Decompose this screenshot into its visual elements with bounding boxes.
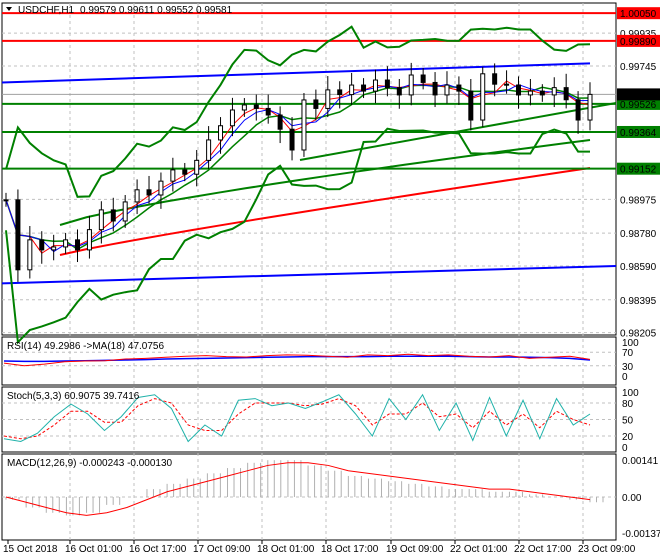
price-tick-label: 0.98590 <box>620 262 657 273</box>
x-tick-label: 18 Oct 17:00 <box>321 544 379 555</box>
price-level-label: 0.99152 <box>620 165 657 176</box>
price-level-label: 1.00050 <box>620 9 657 20</box>
candle-body <box>539 90 545 96</box>
x-tick-label: 19 Oct 09:00 <box>386 544 444 555</box>
candle-body <box>420 74 426 83</box>
ma-fast-red <box>5 80 591 254</box>
price-tick-label: 0.98780 <box>620 229 657 240</box>
candle-body <box>51 246 57 251</box>
x-tick-label: 22 Oct 01:00 <box>450 544 508 555</box>
candle-body <box>3 199 9 202</box>
stoch-tick-label: 80 <box>622 399 634 410</box>
x-tick-label: 18 Oct 01:00 <box>257 544 315 555</box>
candle-body <box>158 180 164 196</box>
chart-title: USDCHF,H1 <box>18 5 75 16</box>
candle-body <box>480 73 486 121</box>
candle-body <box>563 87 569 101</box>
candle-body <box>575 99 581 121</box>
stoch-tick-label: 20 <box>622 432 634 443</box>
candle-body <box>15 199 21 271</box>
candle-body <box>325 89 331 109</box>
trading-chart-window: 15 Oct 2018 16 Oct 01:00 16 Oct 17:00 17 Oc… <box>0 0 660 560</box>
price-level-label: 0.99890 <box>620 37 657 48</box>
candle-body <box>122 201 128 222</box>
candle-body <box>504 83 510 86</box>
chart-canvas[interactable]: 15 Oct 2018 16 Oct 01:00 16 Oct 17:00 17 Oc… <box>0 0 660 560</box>
current-price-label: 0.99581 <box>620 90 657 101</box>
rsi-label: RSI(14) 49.2986 ->MA(18) 47.0756 <box>7 341 164 352</box>
x-tick-label: 22 Oct 17:00 <box>514 544 572 555</box>
price-level-label: 0.99526 <box>620 100 657 111</box>
candle-body <box>396 87 402 96</box>
candle-body <box>372 79 378 92</box>
macd-signal-line <box>5 462 591 516</box>
candle-body <box>170 169 176 182</box>
rsi-tick-label: 0 <box>622 372 628 383</box>
stoch-tick-label: 50 <box>622 416 634 427</box>
candle-body <box>384 79 390 89</box>
macd-tick-label: -0.001378 <box>622 529 660 540</box>
candle-body <box>75 239 81 251</box>
x-tick-label: 17 Oct 09:00 <box>193 544 251 555</box>
candle-body <box>194 159 200 175</box>
candle-body <box>206 139 212 161</box>
candle-body <box>408 74 414 96</box>
candle-body <box>63 239 69 248</box>
ma-slow-red <box>59 167 591 256</box>
price-level-label: 0.99364 <box>620 128 657 139</box>
price-tick-label: 0.98975 <box>620 195 657 206</box>
candle-body <box>313 99 319 109</box>
stoch-tick-label: 100 <box>622 388 639 399</box>
candle-body <box>349 84 355 96</box>
candle-body <box>27 239 33 271</box>
bollinger-upper <box>5 25 591 198</box>
price-tick-label: 0.99745 <box>620 62 657 73</box>
candle-body <box>432 81 438 96</box>
candle-body <box>301 99 307 151</box>
trendline-lower <box>1 265 617 285</box>
candle-body <box>468 90 474 121</box>
candle-body <box>527 90 533 96</box>
candle-body <box>98 209 104 231</box>
stoch-label: Stoch(5,3,3) 60.9075 39.7416 <box>7 391 140 402</box>
candle-body <box>110 209 116 222</box>
price-tick-label: 0.98395 <box>620 296 657 307</box>
macd-tick-label: 0.00 <box>622 493 642 504</box>
candle-body <box>241 104 247 111</box>
macd-tick-label: 0.00141 <box>622 456 659 467</box>
candle-body <box>134 189 140 203</box>
candle-body <box>265 107 271 116</box>
x-tick-label: 16 Oct 01:00 <box>65 544 123 555</box>
candle-body <box>277 114 283 130</box>
candle-body <box>289 128 295 151</box>
collapse-arrow-icon <box>6 7 12 11</box>
candle-body <box>551 87 557 96</box>
candle-body <box>146 189 152 196</box>
candle-body <box>492 73 498 85</box>
candle-body <box>587 93 593 121</box>
x-tick-label: 15 Oct 2018 <box>3 544 58 555</box>
candle-body <box>444 84 450 96</box>
bollinger-lower <box>5 127 590 345</box>
candle-body <box>229 109 235 127</box>
x-tick-label: 23 Oct 09:00 <box>578 544 636 555</box>
macd-label: MACD(12,26,9) -0.000243 -0.000130 <box>7 458 173 469</box>
candle-body <box>86 229 92 251</box>
stoch-tick-label: 0 <box>622 443 628 454</box>
bollinger-middle <box>5 84 591 251</box>
candle-body <box>515 84 521 96</box>
candle-body <box>182 169 188 175</box>
candle-body <box>218 125 224 141</box>
candle-body <box>39 239 45 251</box>
rsi-tick-label: 70 <box>622 348 634 359</box>
candle-body <box>253 104 259 109</box>
candle-body <box>456 84 462 92</box>
candle-body <box>337 89 343 96</box>
x-tick-label: 16 Oct 17:00 <box>129 544 187 555</box>
ohlc-readout: 0.99579 0.99611 0.99552 0.99581 <box>80 5 233 16</box>
candle-body <box>361 84 367 92</box>
